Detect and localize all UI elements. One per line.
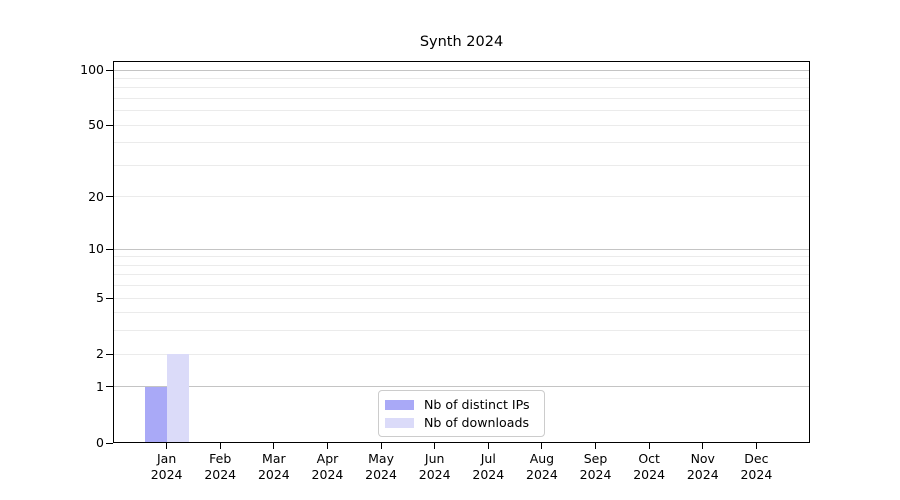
legend-entry: Nb of distinct IPs xyxy=(385,397,536,413)
gridline-minor xyxy=(114,330,809,331)
chart-figure: Synth 2024 0 1 2 5 10 20 50 100 Jan 2024Feb 2024… xyxy=(0,0,900,500)
y-tick-label: 0 xyxy=(54,435,104,451)
x-tick-label: Mar 2024 xyxy=(244,451,304,483)
x-tick-mark xyxy=(327,443,328,449)
gridline-major xyxy=(114,70,809,71)
x-tick-label: Nov 2024 xyxy=(673,451,733,483)
y-tick-mark xyxy=(106,196,113,197)
x-tick-label: Aug 2024 xyxy=(512,451,572,483)
legend-swatch xyxy=(385,400,414,410)
y-tick-label: 50 xyxy=(54,117,104,133)
y-tick-mark xyxy=(106,443,113,444)
x-tick-label: Apr 2024 xyxy=(297,451,357,483)
legend-entry: Nb of downloads xyxy=(385,415,536,431)
x-tick-mark xyxy=(649,443,650,449)
y-tick-label: 2 xyxy=(54,346,104,362)
y-tick-label: 10 xyxy=(54,241,104,257)
gridline-minor xyxy=(114,274,809,275)
gridline-major xyxy=(114,386,809,387)
x-tick-mark xyxy=(273,443,274,449)
legend-label: Nb of downloads xyxy=(424,415,529,431)
gridline-minor xyxy=(114,78,809,79)
x-tick-label: Oct 2024 xyxy=(619,451,679,483)
y-tick-mark xyxy=(106,386,113,387)
x-tick-label: Jul 2024 xyxy=(458,451,518,483)
x-tick-mark xyxy=(166,443,167,449)
x-tick-label: Sep 2024 xyxy=(566,451,626,483)
y-tick-mark xyxy=(106,354,113,355)
x-tick-mark xyxy=(488,443,489,449)
x-tick-mark xyxy=(381,443,382,449)
y-tick-label: 5 xyxy=(54,290,104,306)
gridline-minor xyxy=(114,265,809,266)
x-tick-mark xyxy=(434,443,435,449)
gridline-minor xyxy=(114,354,809,355)
x-tick-label: Feb 2024 xyxy=(190,451,250,483)
legend-label: Nb of distinct IPs xyxy=(424,397,530,413)
x-tick-label: Jan 2024 xyxy=(137,451,197,483)
x-tick-mark xyxy=(541,443,542,449)
gridline-minor xyxy=(114,312,809,313)
legend: Nb of distinct IPs Nb of downloads xyxy=(378,390,545,437)
bar-nb-of-distinct-ips xyxy=(145,387,167,443)
x-tick-mark xyxy=(702,443,703,449)
x-tick-label: Dec 2024 xyxy=(726,451,786,483)
gridline-minor xyxy=(114,125,809,126)
y-tick-label: 1 xyxy=(54,379,104,395)
gridline-minor xyxy=(114,298,809,299)
gridline-minor xyxy=(114,196,809,197)
gridline-minor xyxy=(114,142,809,143)
gridline-minor xyxy=(114,165,809,166)
legend-swatch xyxy=(385,418,414,428)
x-tick-mark xyxy=(220,443,221,449)
gridline-minor xyxy=(114,98,809,99)
y-tick-mark xyxy=(106,298,113,299)
y-tick-label: 100 xyxy=(54,62,104,78)
bar-nb-of-downloads xyxy=(167,354,189,443)
x-tick-label: May 2024 xyxy=(351,451,411,483)
y-tick-mark xyxy=(106,70,113,71)
gridline-minor xyxy=(114,110,809,111)
gridline-minor xyxy=(114,256,809,257)
gridline-minor xyxy=(114,285,809,286)
y-tick-mark xyxy=(106,125,113,126)
x-tick-mark xyxy=(756,443,757,449)
x-tick-mark xyxy=(595,443,596,449)
gridline-major xyxy=(114,249,809,250)
x-tick-label: Jun 2024 xyxy=(405,451,465,483)
y-tick-label: 20 xyxy=(54,189,104,205)
y-tick-mark xyxy=(106,249,113,250)
gridline-minor xyxy=(114,87,809,88)
chart-title: Synth 2024 xyxy=(113,34,810,54)
